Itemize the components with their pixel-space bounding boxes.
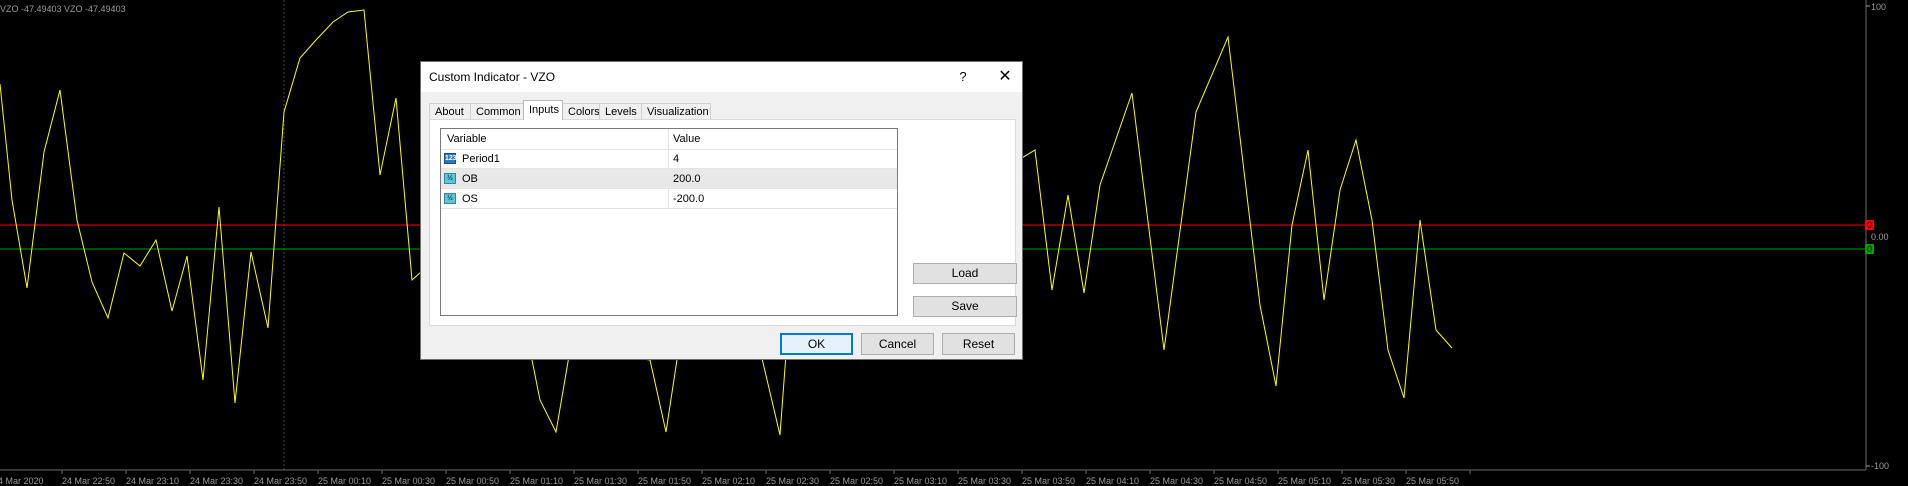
input-variable-name: Period1 — [462, 153, 500, 165]
column-header-value[interactable]: Value — [673, 133, 700, 145]
tab-levels[interactable]: Levels — [599, 103, 642, 119]
time-axis-label: 25 Mar 05:10 — [1278, 476, 1331, 486]
y-label-minus-100: -100 — [1871, 461, 1889, 471]
custom-indicator-dialog: Custom Indicator - VZO ? ✕ About Common … — [420, 61, 1023, 360]
time-axis-label: 25 Mar 00:10 — [318, 476, 371, 486]
column-header-variable[interactable]: Variable — [447, 133, 487, 145]
inputs-table-header: Variable Value — [441, 129, 897, 150]
input-row-period1[interactable]: 123 Period1 4 — [441, 149, 897, 169]
tab-common[interactable]: Common — [470, 103, 524, 119]
y-label-100: 100 — [1871, 2, 1886, 12]
ok-button[interactable]: OK — [780, 333, 853, 355]
time-axis-label: 24 Mar 22:50 — [62, 476, 115, 486]
input-row-ob[interactable]: ½ OB 200.0 — [441, 169, 897, 189]
cancel-button[interactable]: Cancel — [861, 333, 934, 355]
time-axis-label: 25 Mar 03:50 — [1022, 476, 1075, 486]
dialog-title: Custom Indicator - VZO — [429, 70, 556, 84]
input-variable-name: OB — [462, 173, 478, 185]
upper-level-marker-text: 0 — [1867, 220, 1872, 230]
dialog-titlebar[interactable]: Custom Indicator - VZO ? ✕ — [421, 62, 1022, 92]
reset-button[interactable]: Reset — [942, 333, 1015, 355]
time-axis-label: 25 Mar 04:50 — [1214, 476, 1267, 486]
save-button[interactable]: Save — [913, 296, 1017, 317]
time-axis-label: 24 Mar 23:30 — [190, 476, 243, 486]
time-axis-label: 24 Mar 23:10 — [126, 476, 179, 486]
indicator-header-text: VZO -47.49403 VZO -47.49403 — [0, 4, 126, 14]
time-axis-label: 25 Mar 02:30 — [766, 476, 819, 486]
time-axis-label: 25 Mar 00:30 — [382, 476, 435, 486]
input-value[interactable]: 200.0 — [673, 173, 701, 185]
load-button[interactable]: Load — [913, 263, 1017, 284]
tab-colors[interactable]: Colors — [562, 103, 600, 119]
help-button[interactable]: ? — [949, 66, 977, 88]
time-axis-label: 25 Mar 00:50 — [446, 476, 499, 486]
time-axis-label: 25 Mar 05:30 — [1342, 476, 1395, 486]
time-axis-label: 25 Mar 03:10 — [894, 476, 947, 486]
input-row-os[interactable]: ½ OS -200.0 — [441, 189, 897, 209]
tab-about[interactable]: About — [429, 103, 471, 119]
time-axis-label: 25 Mar 02:50 — [830, 476, 883, 486]
time-axis-label: 25 Mar 05:50 — [1406, 476, 1459, 486]
time-axis-label: 4 Mar 2020 — [0, 476, 44, 486]
time-axis-label: 25 Mar 04:10 — [1086, 476, 1139, 486]
input-value[interactable]: 4 — [673, 153, 679, 165]
input-value[interactable]: -200.0 — [673, 193, 704, 205]
time-axis-label: 25 Mar 01:30 — [574, 476, 627, 486]
input-variable-name: OS — [462, 193, 478, 205]
inputs-table[interactable]: Variable Value 123 Period1 4 ½ OB 200.0 … — [440, 128, 898, 316]
y-label-zero: 0.00 — [1871, 232, 1889, 242]
time-axis-label: 25 Mar 02:10 — [702, 476, 755, 486]
double-type-icon: ½ — [444, 173, 456, 184]
integer-type-icon: 123 — [444, 153, 457, 164]
time-axis-label: 25 Mar 01:50 — [638, 476, 691, 486]
time-axis-label: 25 Mar 04:30 — [1150, 476, 1203, 486]
tab-visualization[interactable]: Visualization — [641, 103, 711, 119]
double-type-icon: ½ — [444, 193, 456, 204]
tab-inputs[interactable]: Inputs — [523, 100, 563, 120]
close-button[interactable]: ✕ — [991, 66, 1019, 88]
lower-level-marker-text: 0 — [1867, 244, 1872, 254]
inputs-tab-panel: Variable Value 123 Period1 4 ½ OB 200.0 … — [429, 119, 1017, 326]
time-axis-label: 24 Mar 23:50 — [254, 476, 307, 486]
time-axis-label: 25 Mar 01:10 — [510, 476, 563, 486]
time-axis-label: 25 Mar 03:30 — [958, 476, 1011, 486]
